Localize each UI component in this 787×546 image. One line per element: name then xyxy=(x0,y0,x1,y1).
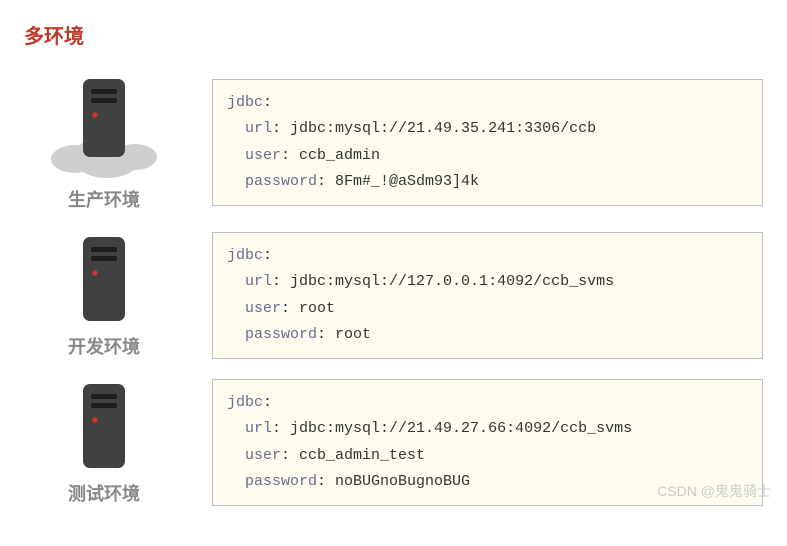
jdbc-password-key: password xyxy=(245,173,317,190)
jdbc-password-val: 8Fm#_!@aSdm93]4k xyxy=(335,173,479,190)
env-label: 开发环境 xyxy=(68,333,140,359)
jdbc-password-key: password xyxy=(245,326,317,343)
jdbc-password-val: root xyxy=(335,326,371,343)
jdbc-user-key: user xyxy=(245,147,281,164)
jdbc-url-val: jdbc:mysql://21.49.27.66:4092/ccb_svms xyxy=(290,420,632,437)
server-icon xyxy=(74,380,134,472)
jdbc-url-key: url xyxy=(245,273,272,290)
jdbc-password-key: password xyxy=(245,473,317,490)
env-row-testing: 测试环境 jdbc: url: jdbc:mysql://21.49.27.66… xyxy=(24,379,763,506)
env-label: 生产环境 xyxy=(68,186,140,212)
jdbc-url-val: jdbc:mysql://21.49.35.241:3306/ccb xyxy=(290,120,596,137)
env-row-development: 开发环境 jdbc: url: jdbc:mysql://127.0.0.1:4… xyxy=(24,232,763,359)
jdbc-header-key: jdbc xyxy=(227,247,263,264)
jdbc-config-development: jdbc: url: jdbc:mysql://127.0.0.1:4092/c… xyxy=(212,232,763,359)
page-title: 多环境 xyxy=(24,20,763,49)
jdbc-url-key: url xyxy=(245,120,272,137)
jdbc-password-val: noBUGnoBugnoBUG xyxy=(335,473,470,490)
env-graphic: 生产环境 xyxy=(24,73,184,212)
jdbc-user-val: root xyxy=(299,300,335,317)
jdbc-header-key: jdbc xyxy=(227,394,263,411)
jdbc-url-val: jdbc:mysql://127.0.0.1:4092/ccb_svms xyxy=(290,273,614,290)
server-on-cloud-icon xyxy=(39,73,169,178)
env-row-production: 生产环境 jdbc: url: jdbc:mysql://21.49.35.24… xyxy=(24,73,763,212)
env-label: 测试环境 xyxy=(68,480,140,506)
jdbc-user-key: user xyxy=(245,447,281,464)
env-graphic: 开发环境 xyxy=(24,233,184,359)
jdbc-user-val: ccb_admin xyxy=(299,147,380,164)
jdbc-header-key: jdbc xyxy=(227,94,263,111)
env-graphic: 测试环境 xyxy=(24,380,184,506)
jdbc-url-key: url xyxy=(245,420,272,437)
jdbc-user-key: user xyxy=(245,300,281,317)
jdbc-config-testing: jdbc: url: jdbc:mysql://21.49.27.66:4092… xyxy=(212,379,763,506)
server-icon xyxy=(74,233,134,325)
jdbc-config-production: jdbc: url: jdbc:mysql://21.49.35.241:330… xyxy=(212,79,763,206)
jdbc-user-val: ccb_admin_test xyxy=(299,447,425,464)
